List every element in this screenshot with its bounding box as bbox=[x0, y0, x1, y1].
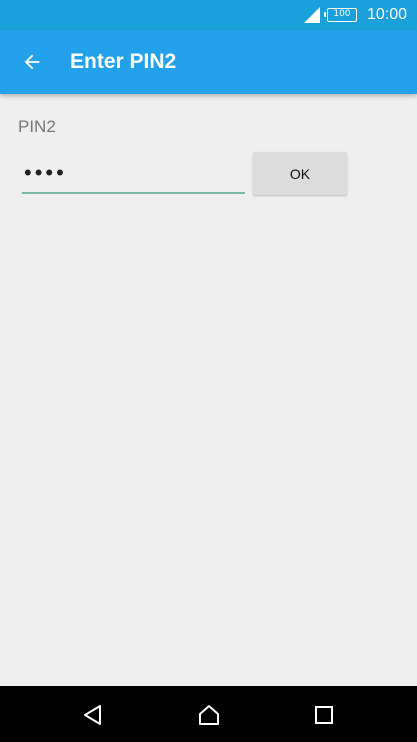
nav-home-button[interactable] bbox=[194, 700, 224, 730]
recents-square-icon bbox=[315, 706, 333, 724]
battery-icon: 100 bbox=[323, 8, 357, 22]
nav-back-button[interactable] bbox=[78, 700, 108, 730]
nav-recents-button[interactable] bbox=[309, 700, 339, 730]
arrow-left-icon bbox=[24, 54, 40, 70]
pin2-label: PIN2 bbox=[18, 117, 56, 136]
ok-button[interactable]: OK bbox=[253, 152, 347, 195]
status-bar: 100 10:00 bbox=[0, 0, 417, 30]
status-clock: 10:00 bbox=[366, 6, 407, 23]
signal-icon bbox=[303, 7, 320, 23]
pin2-input[interactable] bbox=[22, 154, 245, 194]
pin-form: PIN2 OK bbox=[0, 94, 417, 686]
navigation-bar bbox=[0, 686, 417, 742]
status-icons: 100 10:00 bbox=[303, 0, 407, 30]
back-button[interactable] bbox=[0, 30, 64, 94]
back-triangle-icon bbox=[84, 705, 101, 725]
home-icon bbox=[199, 705, 219, 725]
app-bar: Enter PIN2 bbox=[0, 30, 417, 94]
page-title: Enter PIN2 bbox=[70, 50, 177, 73]
